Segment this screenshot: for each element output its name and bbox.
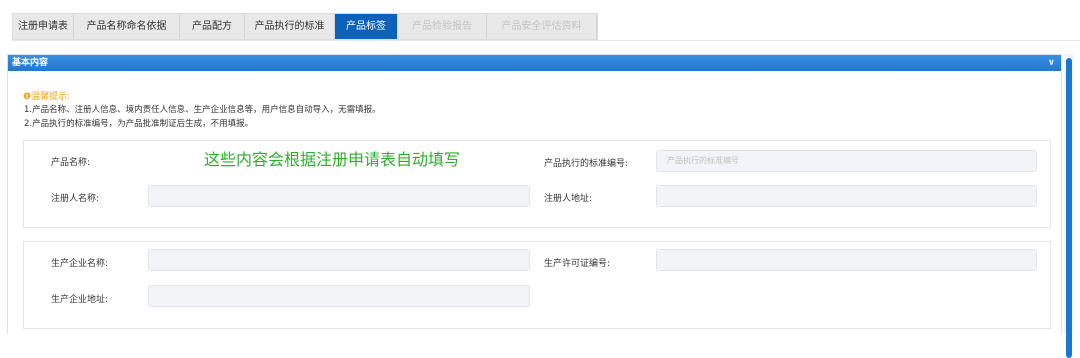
tab-underline — [12, 40, 1080, 41]
tab-bar: 注册申请表 产品名称命名依据 产品配方 产品执行的标准 产品标签 产品检验报告 … — [12, 13, 598, 40]
tip-line-1: 1.产品名称、注册人信息、境内责任人信息、生产企业信息等，用户信息自动导入，无需… — [24, 105, 381, 115]
vertical-scrollbar[interactable] — [1064, 54, 1074, 358]
panel-title: 基本内容 — [12, 58, 49, 68]
chevron-down-icon[interactable]: ∨ — [1048, 55, 1055, 71]
standard-no-field[interactable]: 产品执行的标准编号 — [656, 150, 1037, 172]
registrant-address-field[interactable] — [656, 185, 1037, 207]
license-no-label: 生产许可证编号: — [544, 259, 611, 269]
registrant-address-label: 注册人地址: — [544, 194, 593, 204]
manufacturer-name-field[interactable] — [148, 249, 530, 271]
auto-fill-annotation: 这些内容会根据注册申请表自动填写 — [204, 150, 461, 169]
tab-formula[interactable]: 产品配方 — [180, 14, 245, 39]
manufacturer-address-label: 生产企业地址: — [51, 295, 109, 305]
tab-executive-standard[interactable]: 产品执行的标准 — [245, 14, 335, 39]
tab-registration-form[interactable]: 注册申请表 — [13, 14, 74, 39]
tab-safety-assessment: 产品安全评估资料 — [487, 14, 597, 39]
registrant-name-label: 注册人名称: — [51, 194, 100, 204]
tip-line-2: 2.产品执行的标准编号，为产品批准制证后生成，不用填报。 — [24, 119, 254, 129]
manufacturer-address-field[interactable] — [148, 285, 530, 307]
standard-no-label: 产品执行的标准编号: — [544, 159, 629, 169]
scrollbar-thumb[interactable] — [1066, 58, 1072, 358]
tab-product-label[interactable]: 产品标签 — [335, 14, 398, 39]
license-no-field[interactable] — [656, 249, 1037, 271]
manufacturer-name-label: 生产企业名称: — [51, 259, 109, 269]
panel-header[interactable]: 基本内容 ∨ — [8, 55, 1061, 71]
product-name-label: 产品名称: — [51, 158, 91, 168]
tip-title: ❶温馨提示: — [23, 92, 71, 102]
registrant-name-field[interactable] — [148, 185, 530, 207]
tab-inspection-report: 产品检验报告 — [398, 14, 487, 39]
tab-naming-basis[interactable]: 产品名称命名依据 — [74, 14, 180, 39]
